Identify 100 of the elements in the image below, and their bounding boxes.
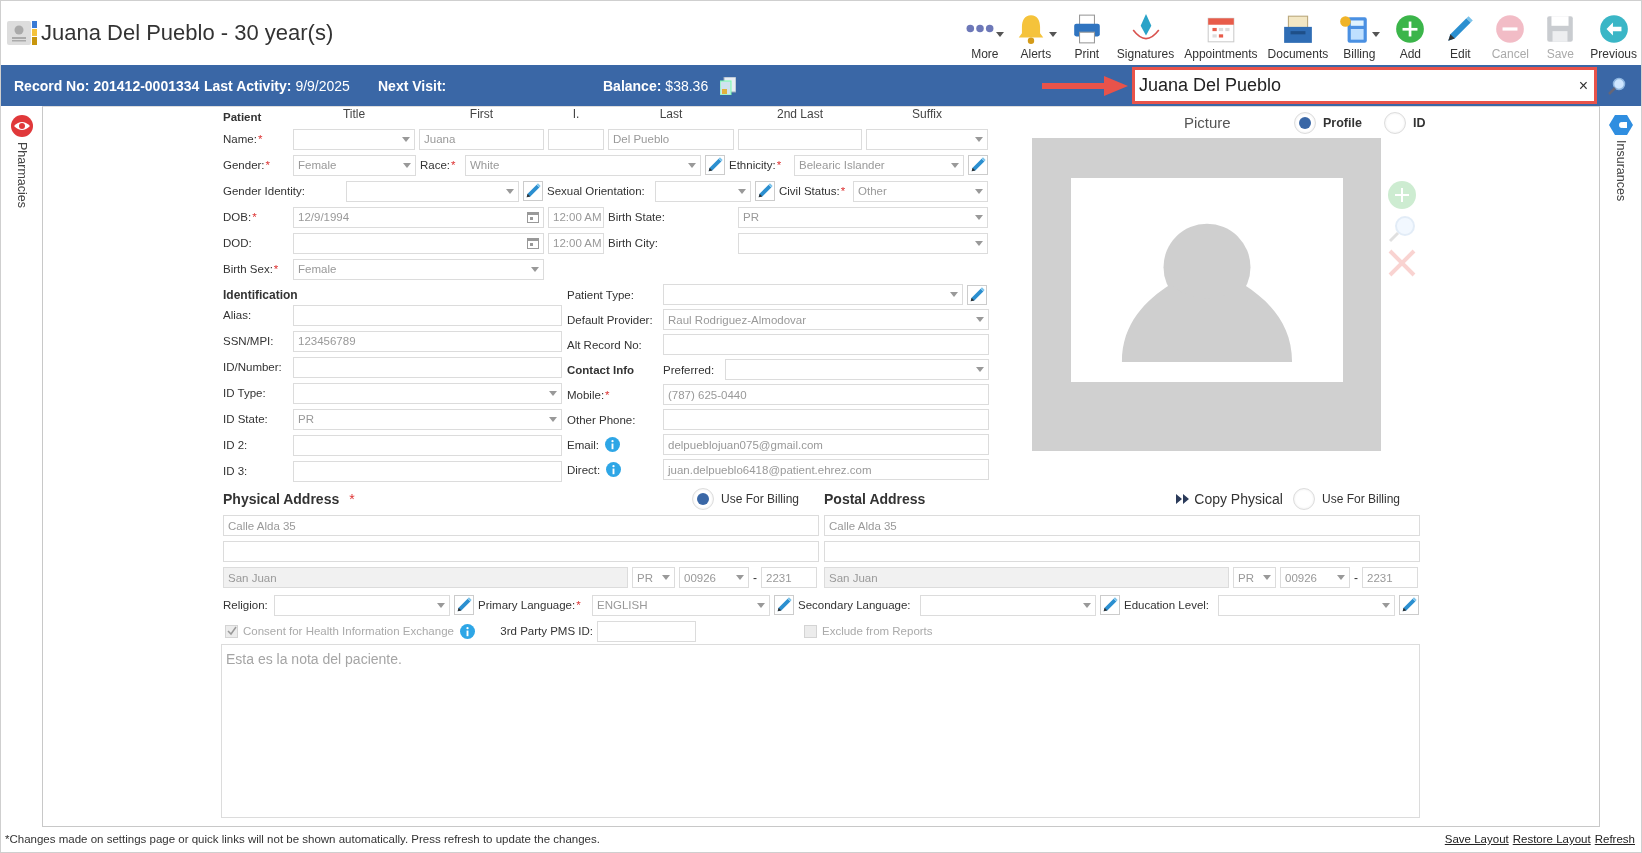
column-header: First [469, 107, 494, 121]
input-field[interactable] [597, 620, 696, 642]
toolbar-button[interactable]: More [962, 5, 1007, 65]
dropdown[interactable]: Belearic Islander [794, 154, 964, 176]
search-field[interactable]: Juana Del Pueblo × [1132, 67, 1597, 104]
edit-button[interactable] [968, 155, 988, 175]
date-field[interactable]: 12/9/1994 [293, 206, 544, 228]
input-field[interactable] [293, 356, 562, 378]
field-label: Direct: [567, 463, 601, 476]
dropdown[interactable]: 00926 [679, 567, 749, 588]
input-field[interactable] [293, 304, 562, 326]
toolbar-button[interactable]: Print [1064, 5, 1109, 65]
info-icon[interactable] [604, 437, 620, 452]
field-label: Alt Record No: [567, 338, 642, 351]
input-field[interactable]: Calle Alda 35 [824, 515, 1420, 536]
dropdown[interactable]: PR [1233, 567, 1276, 588]
input-field[interactable] [738, 128, 862, 150]
clear-button[interactable]: × [1576, 76, 1590, 95]
checkbox-label: Consent for Health Information Exchange [243, 625, 454, 637]
edit-button[interactable] [523, 181, 543, 201]
edit-button[interactable] [774, 595, 794, 615]
radio-button[interactable] [1294, 111, 1316, 134]
input-field[interactable]: 123456789 [293, 330, 562, 352]
toolbar-button[interactable]: Appointments [1182, 5, 1260, 65]
notes-field[interactable]: Esta es la nota del paciente. [221, 644, 1420, 818]
copy-physical-button[interactable]: Copy Physical [1176, 491, 1283, 507]
input-field[interactable] [293, 460, 562, 482]
radio-button[interactable] [1292, 488, 1315, 510]
field-label: 3rd Party PMS ID: [500, 625, 593, 637]
input-field[interactable] [663, 334, 989, 355]
dropdown[interactable]: PR [293, 408, 562, 430]
input-field[interactable] [824, 541, 1420, 562]
input-field[interactable]: 2231 [761, 567, 817, 588]
edit-button[interactable] [454, 595, 474, 615]
dropdown[interactable] [293, 382, 562, 404]
caret-icon [531, 266, 539, 272]
dropdown[interactable]: 00926 [1280, 567, 1350, 588]
input-field[interactable]: San Juan [223, 567, 628, 588]
side-tab[interactable]: Pharmacies [14, 142, 29, 208]
input-field[interactable]: 12:00 AM [548, 206, 604, 228]
record-info: Last Activity: 9/9/2025 [204, 77, 351, 94]
dropdown[interactable]: Raul Rodriguez-Almodovar [663, 309, 989, 330]
dropdown[interactable]: Female [293, 154, 416, 176]
double-arrow-icon [1176, 494, 1191, 504]
dropdown[interactable]: PR [738, 206, 988, 228]
toolbar-button[interactable]: Add [1388, 5, 1433, 65]
eye-icon[interactable] [9, 114, 34, 138]
edit-button[interactable] [967, 284, 987, 305]
input-field[interactable]: Juana [419, 128, 544, 150]
document-icon[interactable] [720, 76, 737, 95]
input-field[interactable]: delpueblojuan075@gmail.com [663, 434, 989, 455]
side-tab[interactable]: Insurances [1613, 140, 1628, 202]
radio-button[interactable] [1383, 111, 1406, 134]
input-field[interactable]: juan.delpueblo6418@patient.ehrez.com [663, 459, 989, 480]
dropdown[interactable] [866, 128, 988, 150]
input-field[interactable] [548, 128, 604, 150]
search-icon[interactable] [1607, 75, 1627, 96]
footer-link[interactable]: Save Layout [1444, 833, 1509, 845]
toolbar-button[interactable]: Edit [1438, 5, 1483, 65]
edit-button[interactable] [1399, 595, 1419, 615]
dropdown[interactable]: ENGLISH [592, 594, 770, 616]
pencil-icon [775, 596, 793, 614]
dropdown[interactable] [725, 359, 989, 380]
radio-button[interactable] [691, 488, 714, 510]
input-field[interactable]: Calle Alda 35 [223, 515, 819, 536]
date-field[interactable] [293, 232, 544, 254]
input-field[interactable] [223, 541, 819, 562]
field-label: DOB: [223, 211, 252, 223]
field-label: Other Phone: [567, 413, 636, 426]
radio-label: Profile [1323, 115, 1362, 130]
caret-icon [688, 162, 696, 168]
input-field[interactable]: (787) 625-0440 [663, 384, 989, 405]
input-field[interactable]: Del Pueblo [608, 128, 734, 150]
toolbar-button[interactable]: Signatures [1114, 5, 1177, 65]
footer-link[interactable]: Restore Layout [1512, 833, 1591, 845]
input-field[interactable]: 2231 [1362, 567, 1418, 588]
toolbar-button[interactable]: Previous [1588, 5, 1639, 65]
toolbar-button[interactable]: Billing [1336, 5, 1383, 65]
toolbar-button[interactable]: Documents [1265, 5, 1331, 65]
edit-button[interactable] [1100, 595, 1120, 615]
footer-link[interactable]: Refresh [1594, 833, 1635, 845]
dropdown[interactable] [738, 232, 988, 254]
dropdown[interactable]: PR [632, 567, 675, 588]
dropdown[interactable]: Female [293, 258, 544, 280]
tag-icon[interactable] [1608, 114, 1633, 136]
dropdown[interactable]: Other [853, 180, 988, 202]
info-icon[interactable] [606, 462, 622, 477]
field-label: SSN/MPI: [223, 335, 274, 347]
edit-button[interactable] [705, 155, 725, 175]
required-mark: * [252, 211, 257, 223]
dropdown[interactable] [293, 128, 415, 150]
radio-label: Use For Billing [720, 492, 799, 506]
toolbar-button[interactable]: Alerts [1012, 5, 1059, 65]
column-header: 2nd Last [776, 107, 823, 121]
input-field[interactable] [663, 409, 989, 430]
dropdown[interactable]: White [465, 154, 701, 176]
edit-button[interactable] [755, 181, 775, 201]
input-field[interactable]: San Juan [824, 567, 1229, 588]
input-field[interactable]: 12:00 AM [548, 232, 604, 254]
input-field[interactable] [293, 434, 562, 456]
